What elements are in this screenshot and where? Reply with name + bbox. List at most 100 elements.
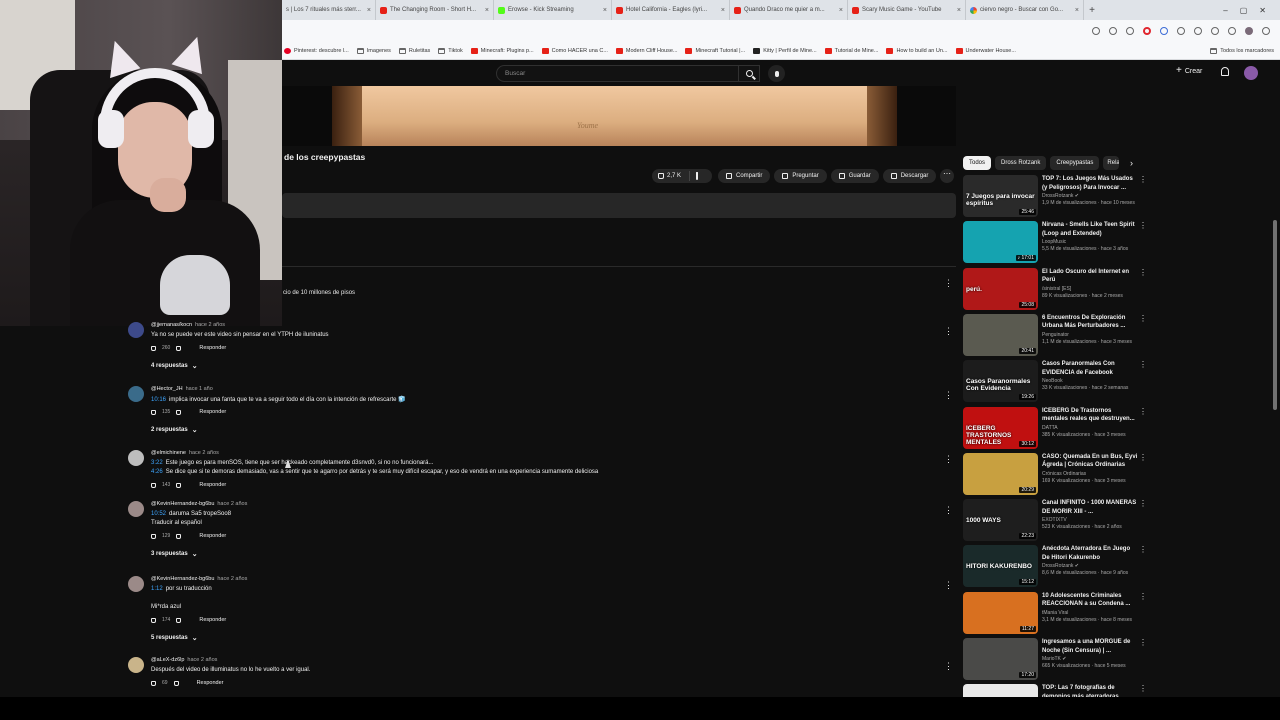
view-replies-button[interactable]: 2 respuestas ⌄ (151, 426, 198, 434)
filter-chip[interactable]: Todos (963, 156, 992, 170)
video-title[interactable]: TOP 7: Los Juegos Más Usados (y Peligros… (1042, 175, 1138, 193)
comment-author[interactable]: @aLeX-dz6lp (151, 657, 184, 663)
video-thumbnail[interactable]: 7 Juegos para invocar espíritus 25:46 (963, 175, 1038, 217)
browser-tab[interactable]: Scary Music Game - YouTube × (848, 0, 966, 20)
comment-menu-icon[interactable]: ⋮ (944, 327, 953, 336)
video-thumbnail[interactable]: 20:29 (963, 452, 1038, 495)
recommended-video[interactable]: 7 Juegos para invocar espíritus 25:46 TOP … (963, 175, 1148, 217)
more-options-icon[interactable]: ⋮ (1139, 268, 1147, 276)
comment-author[interactable]: @KevinHernandez-bg6bu (151, 501, 214, 507)
recommended-video[interactable]: ICEBERG TRASTORNOS MENTALES 30:12 ICEBERG … (963, 406, 1148, 449)
more-options-icon[interactable]: ⋮ (1139, 685, 1147, 693)
close-icon[interactable]: × (367, 7, 371, 14)
create-button[interactable]: + Crear (1176, 66, 1202, 76)
channel-name[interactable]: MarioTK ✔ (1042, 656, 1066, 662)
download-icon[interactable] (1228, 27, 1236, 35)
view-replies-button[interactable]: 3 respuestas ⌄ (151, 550, 198, 558)
comment-author[interactable]: @jjernanas/kocn (151, 322, 192, 328)
share-button[interactable]: Compartir (718, 169, 771, 183)
close-icon[interactable]: × (839, 7, 843, 14)
browser-tab[interactable]: Erowse - Kick Streaming × (494, 0, 612, 20)
search-button[interactable] (738, 65, 760, 82)
comment-time[interactable]: hace 1 año (186, 386, 213, 392)
video-title[interactable]: El Lado Oscuro del Internet en Perú (1042, 268, 1138, 286)
browser-tab[interactable]: s | Los 7 rituales más sterr... × (282, 0, 376, 20)
avatar[interactable] (128, 386, 144, 402)
save-button[interactable]: Guardar (830, 169, 879, 183)
more-options-icon[interactable]: ⋮ (1139, 176, 1147, 184)
download-button[interactable]: Descargar (882, 169, 937, 183)
profile-avatar[interactable] (1245, 27, 1253, 35)
channel-name[interactable]: Penguinator (1042, 332, 1069, 338)
browser-tab[interactable]: Hotel California - Eagles (lyri... × (612, 0, 730, 20)
more-actions-button[interactable]: ⋯ (940, 169, 954, 183)
comment-menu-icon[interactable]: ⋮ (944, 662, 953, 671)
bookmark-item[interactable]: Tutorial de Mine... (824, 47, 878, 54)
video-player[interactable]: Youme (282, 86, 956, 146)
bookmark-item[interactable]: Underwater House... (955, 47, 1016, 54)
reply-button[interactable]: Responder (199, 345, 226, 351)
like-button[interactable]: 2,7 K (652, 171, 690, 181)
comment-author[interactable]: @KevinHernandez-bg6bu (151, 576, 214, 582)
channel-name[interactable]: EXOTIXTV (1042, 517, 1067, 523)
channel-name[interactable]: DrossRotzank ✔ (1042, 563, 1079, 569)
sync-icon[interactable] (1177, 27, 1185, 35)
comment-time[interactable]: hace 2 años (187, 657, 217, 663)
comment-menu-icon[interactable]: ⋮ (944, 455, 953, 464)
reply-button[interactable]: Responder (199, 482, 226, 488)
page-scrollbar[interactable] (1273, 220, 1277, 410)
reply-button[interactable]: Responder (197, 680, 224, 686)
video-title[interactable]: Casos Paranormales Con EVIDENCIA de Face… (1042, 360, 1138, 378)
more-options-icon[interactable]: ⋮ (1139, 592, 1147, 600)
avatar[interactable] (128, 450, 144, 466)
channel-name[interactable]: LoopMusic (1042, 239, 1066, 245)
close-icon[interactable]: × (485, 7, 489, 14)
channel-name[interactable]: DrossRotzank ✔ (1042, 193, 1079, 199)
recommended-video[interactable]: HITORI KAKURENBO 15:12 Anécdota Aterradora… (963, 545, 1148, 588)
comment-time[interactable]: hace 2 años (217, 501, 247, 507)
thumbs-down-icon[interactable] (176, 409, 182, 415)
bookmark-item[interactable]: Imagenes (356, 47, 391, 54)
search-input[interactable]: Buscar (496, 65, 760, 82)
video-thumbnail[interactable]: 17:20 (963, 638, 1038, 680)
maximize-icon[interactable]: ▢ (1240, 6, 1248, 15)
reply-button[interactable]: Responder (199, 533, 226, 539)
video-thumbnail[interactable]: 1000 WAYS 22:23 (963, 499, 1038, 542)
view-replies-button[interactable]: 4 respuestas ⌄ (151, 362, 198, 370)
thumbs-down-icon[interactable] (176, 345, 182, 351)
recommended-video[interactable]: 11:27 10 Adolescentes Criminales REACCION… (963, 591, 1148, 634)
bookmark-item[interactable]: Pinterest: descubre l... (284, 47, 349, 54)
more-options-icon[interactable]: ⋮ (1139, 361, 1147, 369)
chevron-right-icon[interactable]: › (1130, 158, 1133, 168)
comment-time[interactable]: hace 2 años (217, 576, 247, 582)
bookmark-item[interactable]: Minecraft Tutorial |... (685, 47, 745, 54)
video-title[interactable]: Canal INFINITO - 1000 MANERAS DE MORIR X… (1042, 499, 1138, 517)
minimize-icon[interactable]: – (1223, 6, 1227, 15)
channel-name[interactable]: /sinistral [ES] (1042, 286, 1071, 292)
video-thumbnail[interactable]: Casos Paranormales Con Evidencia 19:26 (963, 360, 1038, 403)
recommended-video[interactable]: ♪ 17:01 Nirvana - Smells Like Teen Spirit… (963, 221, 1148, 264)
comment-time[interactable]: hace 2 años (189, 450, 219, 456)
channel-name[interactable]: NeoBook (1042, 378, 1063, 384)
dislike-button[interactable] (690, 172, 698, 180)
ask-button[interactable]: Preguntar (774, 169, 827, 183)
more-options-icon[interactable]: ⋮ (1139, 639, 1147, 647)
notifications-bell-icon[interactable] (1221, 67, 1229, 76)
recommended-video[interactable]: 17:20 Ingresamos a una MORGUE de Noche (S… (963, 638, 1148, 680)
recommended-video[interactable]: 20:41 6 Encuentros De Exploración Urbana … (963, 313, 1148, 356)
close-icon[interactable]: × (957, 7, 961, 14)
video-title[interactable]: ICEBERG De Trastornos mentales reales qu… (1042, 407, 1138, 425)
video-title[interactable]: Nirvana - Smells Like Teen Spirit (Loop … (1042, 221, 1138, 239)
video-thumbnail[interactable]: ICEBERG TRASTORNOS MENTALES 30:12 (963, 406, 1038, 449)
video-title[interactable]: 6 Encuentros De Exploración Urbana Más P… (1042, 314, 1138, 332)
video-thumbnail[interactable]: 20:41 (963, 313, 1038, 356)
comment-author[interactable]: @Hector_JH (151, 386, 183, 392)
account-avatar[interactable] (1244, 66, 1258, 80)
bookmark-item[interactable]: Ruletitas (398, 47, 430, 54)
extension-icon[interactable] (1160, 27, 1168, 35)
thumbs-up-icon[interactable] (151, 482, 156, 488)
timestamp-link[interactable]: 4:26 (151, 469, 163, 475)
video-thumbnail[interactable]: HITORI KAKURENBO 15:12 (963, 545, 1038, 588)
video-title[interactable]: CASO: Quemada En un Bus, Eyvi Ágreda | C… (1042, 453, 1138, 471)
more-options-icon[interactable]: ⋮ (1139, 314, 1147, 322)
